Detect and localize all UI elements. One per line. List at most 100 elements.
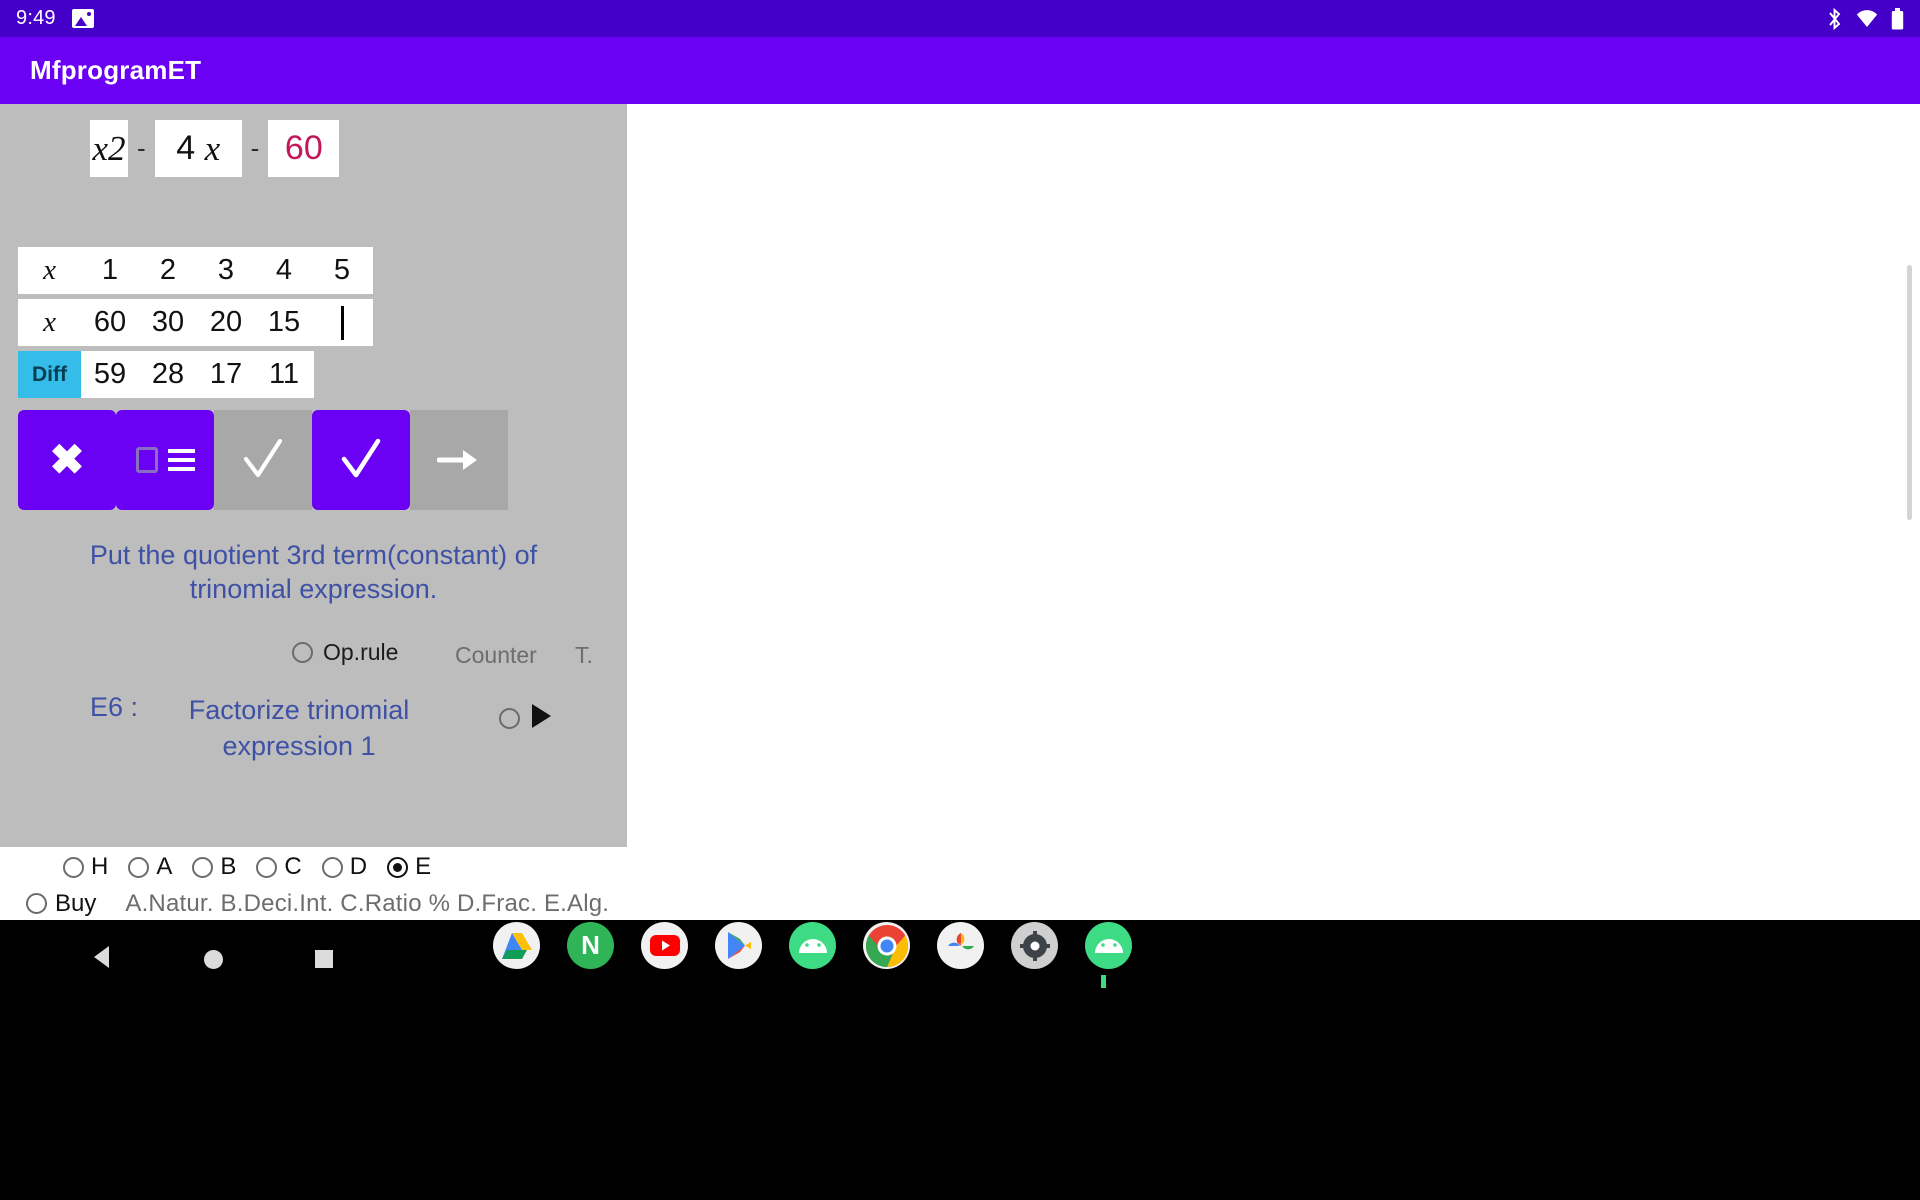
- bottom-selector-bar: H A B C D E Buy A.Natur. B.Deci.Int. C.R…: [0, 847, 1920, 920]
- app-bar: MfprogramET: [0, 37, 1920, 104]
- term1-exponent: 2: [108, 128, 126, 168]
- expression-term-3[interactable]: 60: [268, 120, 340, 177]
- buy-option[interactable]: Buy: [26, 890, 96, 918]
- row2-cell-3: 15: [267, 306, 301, 338]
- level-option-b[interactable]: B: [192, 853, 236, 881]
- diff-cell-1: 28: [151, 358, 185, 390]
- exercise-panel: x2 - 4 x - 60 x 1 2 3 4 5 x 60 30 20 15: [0, 104, 627, 847]
- level-radio-e[interactable]: [387, 856, 409, 878]
- google-play-icon[interactable]: [715, 922, 762, 969]
- level-radio-h[interactable]: [63, 856, 84, 878]
- battery-icon: [1891, 7, 1904, 30]
- image-icon: [71, 9, 94, 28]
- row1-cell-3: 4: [275, 254, 293, 286]
- counter-label: Counter: [455, 642, 537, 668]
- level-radio-c[interactable]: [256, 856, 278, 878]
- chrome-icon[interactable]: [863, 922, 910, 969]
- row1-cell-1: 2: [159, 254, 177, 286]
- level-radio-b[interactable]: [192, 856, 214, 878]
- instruction-line-1: Put the quotient 3rd term(constant) of: [89, 540, 538, 570]
- level-radio-a[interactable]: [128, 856, 150, 878]
- term2-variable: x: [204, 128, 221, 168]
- level-option-c[interactable]: C: [256, 853, 302, 881]
- text-cursor: [340, 305, 344, 340]
- settings-icon[interactable]: [1011, 922, 1058, 969]
- level-option-a[interactable]: A: [128, 853, 172, 881]
- level-radio-d[interactable]: [321, 856, 343, 878]
- google-drive-icon[interactable]: [493, 922, 540, 969]
- active-app-indicator: [1101, 975, 1106, 988]
- option-row: Op.rule Counter T.: [0, 634, 627, 674]
- arrow-right-icon: [437, 446, 481, 474]
- youtube-icon[interactable]: [641, 922, 688, 969]
- row1-cell-2: 3: [217, 254, 235, 286]
- next-button[interactable]: [410, 410, 508, 510]
- wifi-icon: [1856, 9, 1878, 28]
- term2-coefficient: 4: [176, 129, 196, 167]
- op-rule-label: Op.rule: [323, 639, 399, 665]
- instruction-line-2: trinomial expression.: [189, 574, 438, 604]
- table-row[interactable]: x 60 30 20 15: [18, 299, 373, 346]
- buy-radio[interactable]: [26, 893, 47, 914]
- check-icon: [338, 437, 384, 483]
- app-screen: 9:49 MfprogramET x2 - 4 x - 60 x 1 2 3 4…: [0, 0, 1920, 1200]
- navigation-bar: N: [0, 920, 1920, 1200]
- level-label-b: B: [220, 853, 237, 880]
- check-button-2[interactable]: [312, 410, 410, 510]
- nordvpn-letter: N: [581, 930, 600, 960]
- exercise-radio[interactable]: [499, 708, 520, 729]
- bluetooth-icon: [1826, 7, 1843, 30]
- clear-button[interactable]: ✖: [18, 410, 116, 510]
- home-icon[interactable]: [204, 950, 223, 969]
- check-icon: [240, 437, 286, 483]
- exercise-code: E6 :: [90, 692, 139, 722]
- keyboard-button[interactable]: [116, 410, 214, 510]
- nav-buttons: [0, 930, 430, 990]
- back-icon[interactable]: [94, 946, 109, 968]
- level-legend: A.Natur. B.Deci.Int. C.Ratio % D.Frac. E…: [125, 889, 610, 917]
- row2-input-cell[interactable]: [313, 299, 371, 346]
- diff-cell-3: 11: [268, 358, 300, 390]
- google-photos-icon[interactable]: [937, 922, 984, 969]
- term1-variable: x: [92, 128, 109, 168]
- level-radio-row: H A B C D E: [0, 847, 431, 887]
- level-option-e[interactable]: E: [387, 853, 431, 881]
- expression-operator-2: -: [250, 133, 260, 163]
- row1-cell-4: 5: [333, 254, 351, 286]
- row2-cell-2: 20: [209, 306, 243, 338]
- row1-cell-0: 1: [101, 254, 119, 286]
- level-label-d: D: [349, 853, 368, 880]
- level-label-e: E: [415, 853, 432, 880]
- android-app-icon-1[interactable]: [789, 922, 836, 969]
- expression-term-1[interactable]: x2: [90, 120, 128, 177]
- exercise-name-line-1: Factorize trinomial: [188, 695, 410, 725]
- op-rule-option[interactable]: Op.rule: [292, 639, 398, 666]
- level-option-d[interactable]: D: [321, 853, 368, 881]
- level-label-h: H: [91, 853, 109, 880]
- buy-label: Buy: [55, 889, 97, 917]
- android-app-icon-2[interactable]: [1085, 922, 1132, 969]
- exercise-name: Factorize trinomial expression 1: [164, 692, 434, 764]
- x-icon: ✖: [49, 436, 85, 483]
- table-row[interactable]: Diff 59 28 17 11: [18, 351, 314, 398]
- term3-value: 60: [284, 129, 323, 167]
- expression-operator-1: -: [137, 133, 146, 163]
- op-rule-radio[interactable]: [292, 642, 313, 663]
- row2-cell-1: 30: [151, 306, 185, 338]
- expression-term-2[interactable]: 4 x: [154, 120, 242, 177]
- level-option-h[interactable]: H: [63, 853, 108, 881]
- action-button-row: ✖: [18, 410, 508, 510]
- diff-cell-2: 17: [209, 358, 243, 390]
- status-bar-icons: [1826, 7, 1904, 30]
- row1-label: x: [43, 254, 56, 286]
- table-row[interactable]: x 1 2 3 4 5: [18, 247, 373, 294]
- check-button-1[interactable]: [214, 410, 312, 510]
- play-icon[interactable]: [532, 704, 551, 728]
- t-label: T.: [575, 642, 593, 668]
- nordvpn-icon[interactable]: N: [567, 922, 614, 969]
- exercise-name-line-2: expression 1: [222, 731, 376, 761]
- recent-apps-icon[interactable]: [315, 950, 333, 968]
- scrollbar[interactable]: [1907, 265, 1912, 520]
- status-bar-clock: 9:49: [16, 7, 56, 29]
- level-label-c: C: [284, 853, 302, 880]
